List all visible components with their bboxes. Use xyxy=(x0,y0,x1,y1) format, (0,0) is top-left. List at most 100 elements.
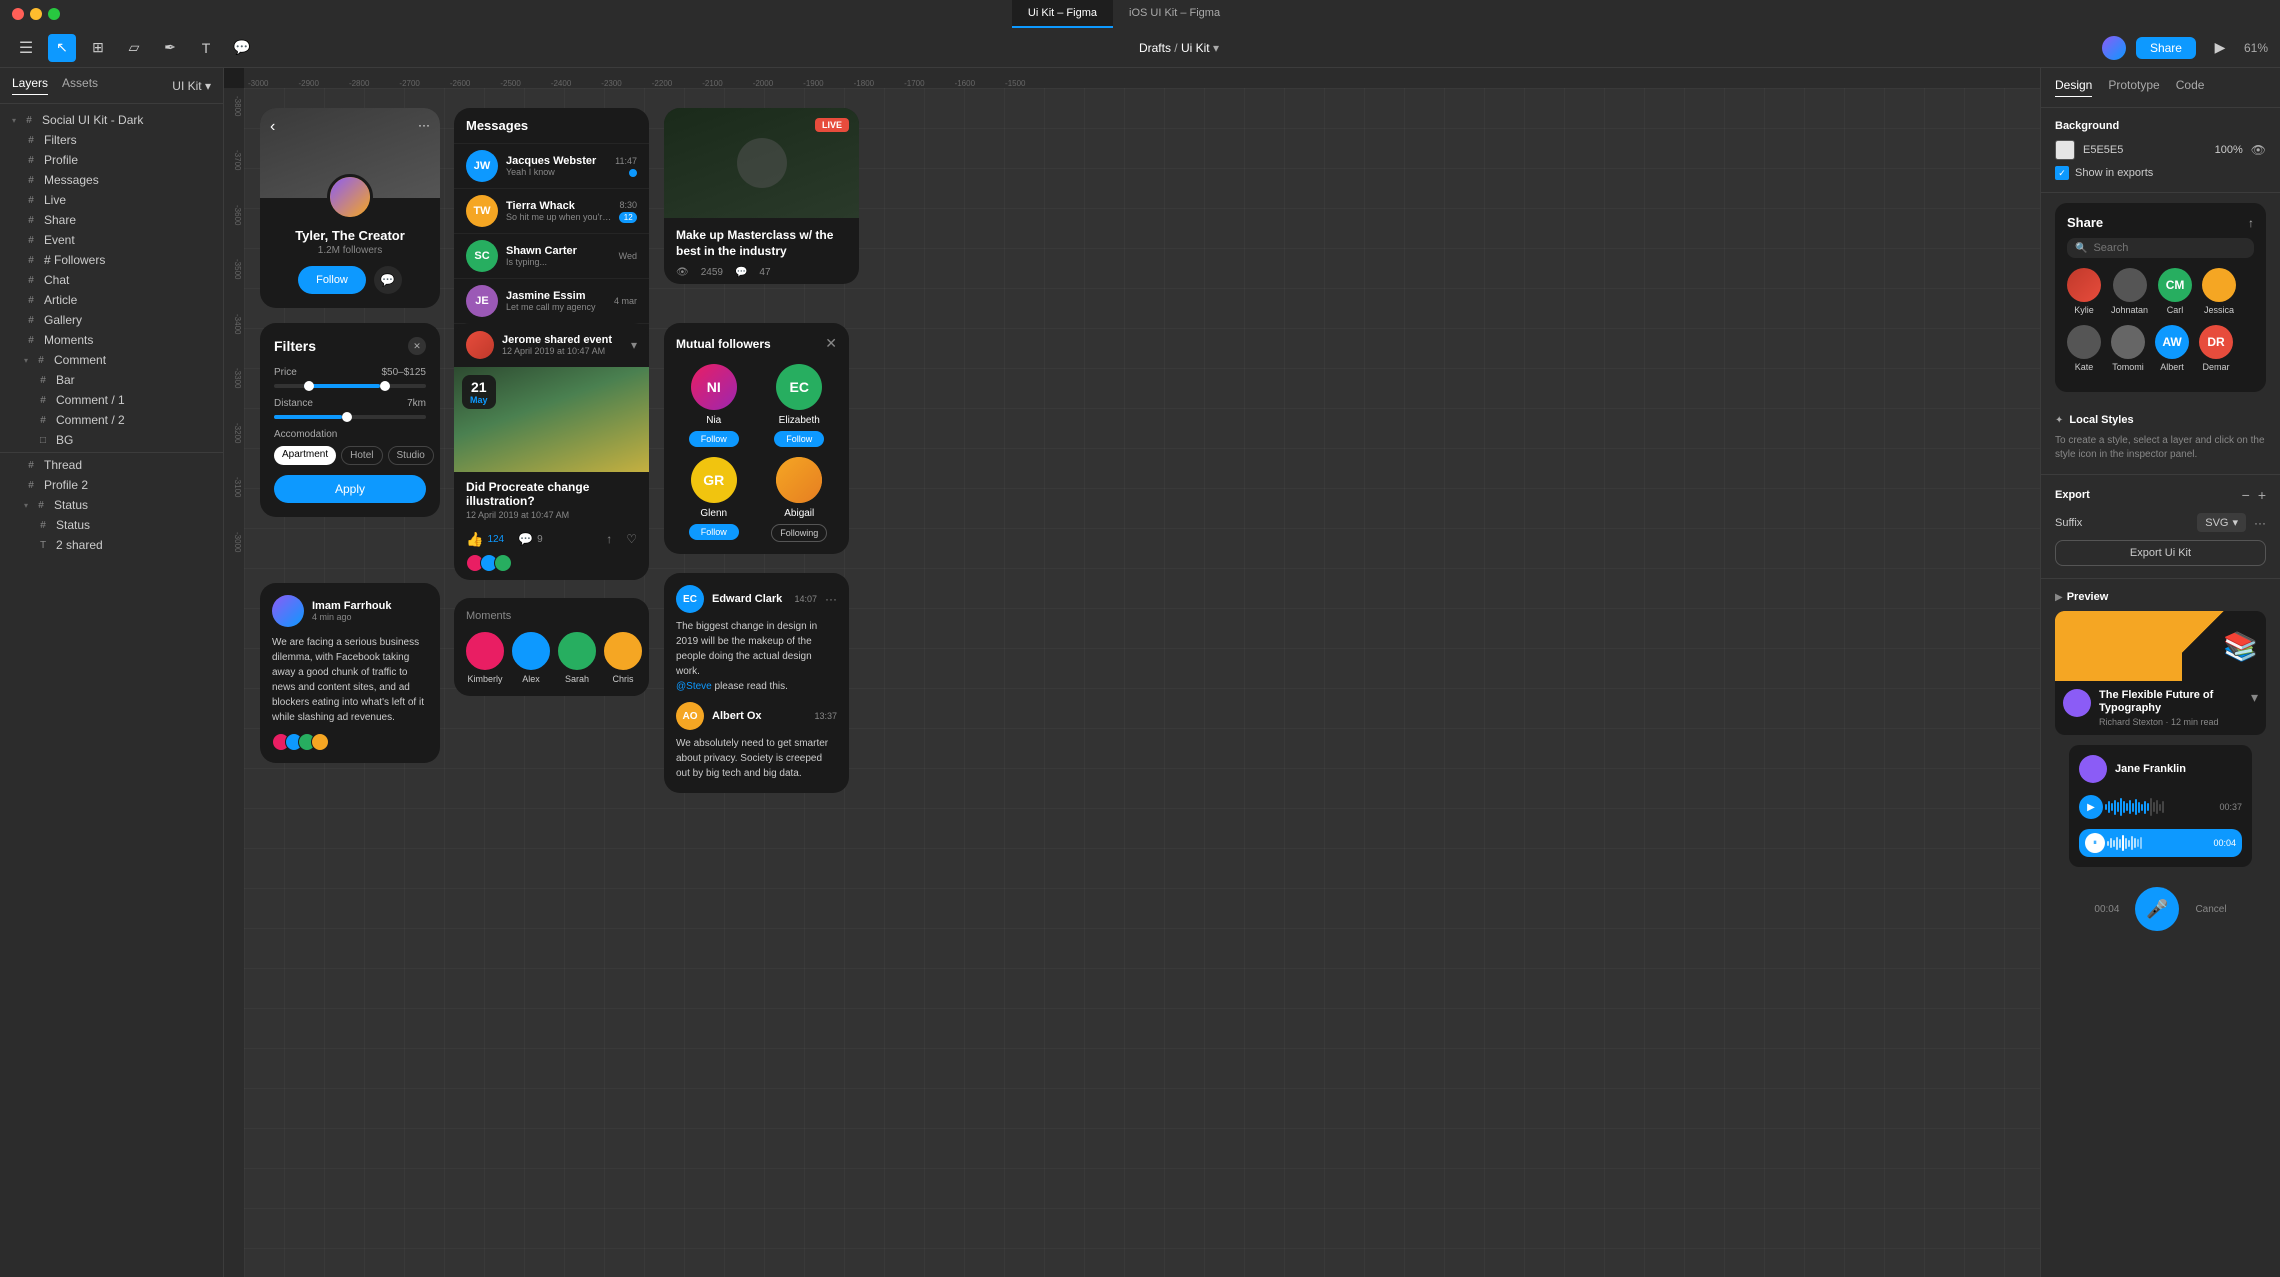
select-tool[interactable]: ↖ xyxy=(48,34,76,62)
layer-item-status2[interactable]: # Status xyxy=(0,515,223,535)
layer-item-status[interactable]: ▾ # Status xyxy=(0,495,223,515)
zoom-level[interactable]: 61% xyxy=(2244,41,2268,55)
layer-item-social-ui-kit[interactable]: ▾ # Social UI Kit - Dark xyxy=(0,110,223,130)
layer-item-comment2[interactable]: # Comment / 2 xyxy=(0,410,223,430)
preview-card-sub: Richard Stexton · 12 min read xyxy=(2099,717,2243,727)
follow-button-elizabeth[interactable]: Follow xyxy=(774,431,824,447)
more-options-icon[interactable]: ··· xyxy=(418,118,430,132)
layer-item-live[interactable]: # Live xyxy=(0,190,223,210)
export-ui-kit-button[interactable]: Export Ui Kit xyxy=(2055,540,2266,566)
audio-pause-button[interactable]: ⏸ xyxy=(2085,833,2105,853)
filters-close-button[interactable]: ✕ xyxy=(408,337,426,355)
tab-ui-kit[interactable]: Ui Kit – Figma xyxy=(1012,0,1113,28)
heart-action[interactable]: ♡ xyxy=(626,530,637,548)
mutual-close-icon[interactable]: ✕ xyxy=(825,335,837,352)
text-tool[interactable]: T xyxy=(192,34,220,62)
chat-more-icon[interactable]: ··· xyxy=(825,592,837,606)
preview-header[interactable]: ▶ Preview xyxy=(2055,591,2266,603)
layer-item-profile[interactable]: # Profile xyxy=(0,150,223,170)
layer-item-comment1[interactable]: # Comment / 1 xyxy=(0,390,223,410)
layer-item-messages[interactable]: # Messages xyxy=(0,170,223,190)
layer-item-chat[interactable]: # Chat xyxy=(0,270,223,290)
message-item-0[interactable]: JW Jacques Webster Yeah I know 11:47 xyxy=(454,143,649,188)
export-format-row: Suffix SVG ▾ ··· xyxy=(2055,513,2266,532)
tab-design[interactable]: Design xyxy=(2055,78,2092,97)
moment-user-1[interactable]: Alex xyxy=(512,632,550,684)
moment-user-2[interactable]: Sarah xyxy=(558,632,596,684)
comment-tool[interactable]: 💬 xyxy=(228,34,256,62)
title-bar: Ui Kit – Figma iOS UI Kit – Figma xyxy=(0,0,2280,28)
apply-button[interactable]: Apply xyxy=(274,475,426,503)
ui-kit-dropdown[interactable]: UI Kit ▾ xyxy=(172,79,211,93)
play-button[interactable]: ▶ xyxy=(2206,34,2234,62)
message-item-1[interactable]: TW Tierra Whack So hit me up when you're… xyxy=(454,188,649,233)
layer-item-gallery[interactable]: # Gallery xyxy=(0,310,223,330)
layer-item-share[interactable]: # Share xyxy=(0,210,223,230)
tag-studio[interactable]: Studio xyxy=(388,446,434,465)
layer-item-thread[interactable]: # Thread xyxy=(0,455,223,475)
audio-play-button[interactable]: ▶ xyxy=(2079,795,2103,819)
follow-button-glenn[interactable]: Follow xyxy=(689,524,739,540)
tab-code[interactable]: Code xyxy=(2176,78,2205,97)
post-expand-icon[interactable]: ▾ xyxy=(631,338,637,352)
layer-item-comment[interactable]: ▾ # Comment xyxy=(0,350,223,370)
tab-layers[interactable]: Layers xyxy=(12,76,48,95)
follow-button-nia[interactable]: Follow xyxy=(689,431,739,447)
share-button[interactable]: Share xyxy=(2136,37,2196,59)
distance-slider-thumb[interactable] xyxy=(342,412,352,422)
minimize-button[interactable] xyxy=(30,8,42,20)
layer-item-filters[interactable]: # Filters xyxy=(0,130,223,150)
tab-prototype[interactable]: Prototype xyxy=(2108,78,2159,97)
frame-tool[interactable]: ⊞ xyxy=(84,34,112,62)
message-icon[interactable]: 💬 xyxy=(374,266,402,294)
share-search-input[interactable] xyxy=(2093,242,2246,254)
layer-item-event[interactable]: # Event xyxy=(0,230,223,250)
follow-button[interactable]: Follow xyxy=(298,266,366,294)
show-in-exports-checkbox[interactable]: ✓ xyxy=(2055,166,2069,180)
like-action[interactable]: 👍 124 xyxy=(466,531,504,548)
distance-slider-track[interactable] xyxy=(274,415,426,419)
share-search-bar[interactable]: 🔍 xyxy=(2067,238,2254,258)
tag-apartment[interactable]: Apartment xyxy=(274,446,336,465)
add-export-icon[interactable]: + xyxy=(2258,487,2266,503)
remove-export-icon[interactable]: − xyxy=(2242,487,2250,503)
moment-user-3[interactable]: Chris xyxy=(604,632,642,684)
layer-item-moments[interactable]: # Moments xyxy=(0,330,223,350)
shape-tool[interactable]: ▱ xyxy=(120,34,148,62)
preview-expand-btn[interactable]: ▾ xyxy=(2251,689,2258,706)
back-nav-icon[interactable]: ‹ xyxy=(270,118,275,136)
moment-user-0[interactable]: Kimberly xyxy=(466,632,504,684)
cancel-label[interactable]: Cancel xyxy=(2195,904,2226,915)
layer-item-bg[interactable]: □ BG xyxy=(0,430,223,450)
canvas[interactable]: -3000 -2900 -2800 -2700 -2600 -2500 -240… xyxy=(224,68,2040,1277)
tag-hotel[interactable]: Hotel xyxy=(341,446,382,465)
export-format-selector[interactable]: SVG ▾ xyxy=(2197,513,2246,532)
layer-item-2shared[interactable]: T 2 shared xyxy=(0,535,223,555)
background-title: Background xyxy=(2055,120,2266,132)
following-button-abigail[interactable]: Following xyxy=(771,524,827,542)
pen-tool[interactable]: ✒ xyxy=(156,34,184,62)
layer-item-followers[interactable]: # # Followers xyxy=(0,250,223,270)
maximize-button[interactable] xyxy=(48,8,60,20)
mic-button[interactable]: 🎤 xyxy=(2135,887,2179,931)
audio-user-name: Jane Franklin xyxy=(2115,763,2242,775)
price-slider-track[interactable] xyxy=(274,384,426,388)
comment-action[interactable]: 💬 9 xyxy=(518,532,543,546)
visibility-toggle-icon[interactable]: 👁 xyxy=(2251,143,2266,157)
layer-item-bar[interactable]: # Bar xyxy=(0,370,223,390)
tab-ios-ui-kit[interactable]: iOS UI Kit – Figma xyxy=(1113,0,1236,28)
export-more-options-icon[interactable]: ··· xyxy=(2254,516,2266,530)
close-button[interactable] xyxy=(12,8,24,20)
share-action[interactable]: ↑ xyxy=(606,532,612,546)
message-item-3[interactable]: JE Jasmine Essim Let me call my agency 4… xyxy=(454,278,649,323)
layer-item-profile2[interactable]: # Profile 2 xyxy=(0,475,223,495)
price-slider-thumb-left[interactable] xyxy=(304,381,314,391)
bg-color-swatch[interactable] xyxy=(2055,140,2075,160)
tab-assets[interactable]: Assets xyxy=(62,76,98,95)
layer-item-article[interactable]: # Article xyxy=(0,290,223,310)
share-export-icon[interactable]: ↑ xyxy=(2248,216,2254,230)
price-slider-thumb-right[interactable] xyxy=(380,381,390,391)
hamburger-menu[interactable]: ☰ xyxy=(12,34,40,62)
message-item-2[interactable]: SC Shawn Carter Is typing... Wed xyxy=(454,233,649,278)
filters-card: Filters ✕ Price $50–$125 xyxy=(260,323,440,517)
